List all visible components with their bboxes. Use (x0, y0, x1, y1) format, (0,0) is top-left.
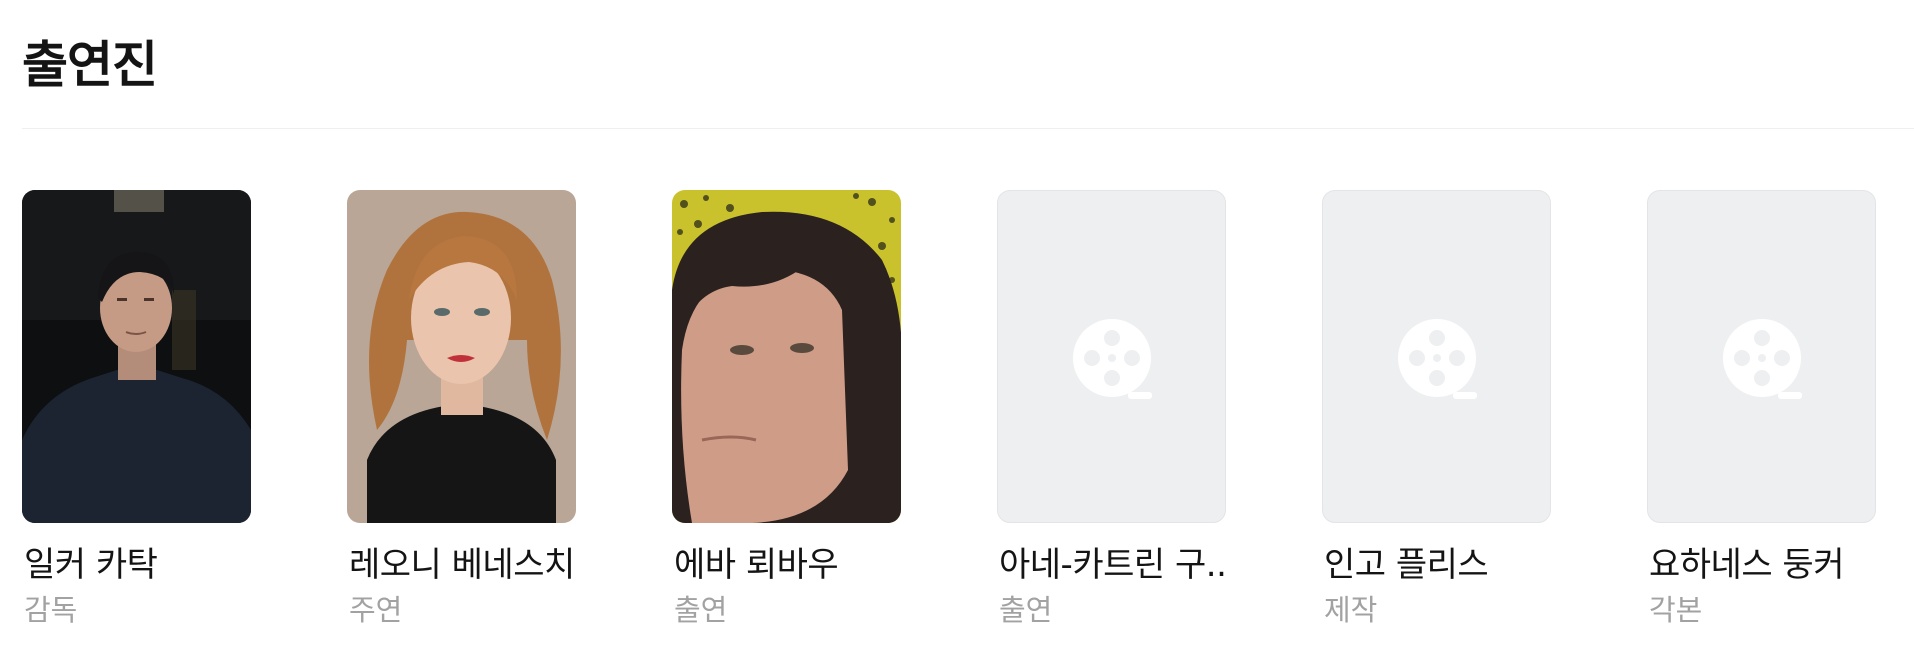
film-reel-icon (1723, 319, 1802, 399)
cast-name[interactable]: 에바 뢰바우 (674, 544, 902, 586)
cast-photo[interactable] (22, 190, 251, 523)
cast-photo[interactable] (347, 190, 576, 523)
cast-role: 출연 (999, 593, 1053, 627)
cast-photo-placeholder[interactable] (1322, 190, 1551, 523)
director-portrait-image (22, 190, 251, 523)
cast-photo-placeholder[interactable] (997, 190, 1226, 523)
section-divider (22, 128, 1914, 129)
cast-list: 일커 카탁 감독 레오니 베네스치 주연 에바 뢰바우 출연 아네-카트린 구.… (22, 190, 1914, 650)
cast-photo[interactable] (672, 190, 901, 523)
cast-role: 감독 (24, 593, 78, 627)
cast-name[interactable]: 인고 플리스 (1324, 544, 1552, 586)
section-title: 출연진 (22, 36, 158, 94)
film-reel-icon (1398, 319, 1477, 399)
film-reel-icon (1073, 319, 1152, 399)
cast-role: 출연 (674, 593, 728, 627)
cast-name[interactable]: 요하네스 둥커 (1649, 544, 1877, 586)
actress-portrait-yellow-background-image (672, 190, 901, 523)
cast-name[interactable]: 아네-카트린 구... (999, 544, 1227, 586)
cast-name[interactable]: 일커 카탁 (24, 544, 252, 586)
actress-portrait-red-hair-image (347, 190, 576, 523)
cast-role: 제작 (1324, 593, 1378, 627)
cast-role: 각본 (1649, 593, 1703, 627)
cast-name[interactable]: 레오니 베네스치 (349, 544, 577, 586)
cast-photo-placeholder[interactable] (1647, 190, 1876, 523)
cast-role: 주연 (349, 593, 403, 627)
